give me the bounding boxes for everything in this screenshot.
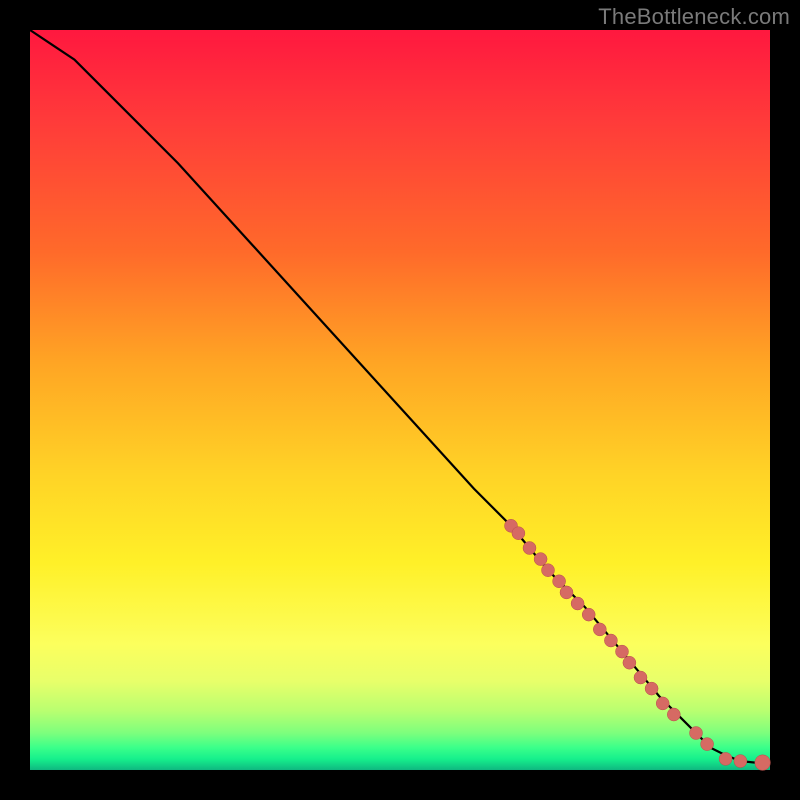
bottleneck-curve xyxy=(30,30,770,763)
data-marker xyxy=(645,682,658,695)
data-marker xyxy=(755,755,771,771)
data-marker xyxy=(593,623,606,636)
data-marker xyxy=(634,671,647,684)
data-marker xyxy=(690,727,703,740)
data-marker xyxy=(542,564,555,577)
data-marker xyxy=(667,708,680,721)
data-marker xyxy=(560,586,573,599)
plot-area xyxy=(30,30,770,770)
data-marker xyxy=(523,542,536,555)
data-marker xyxy=(701,738,714,751)
data-marker xyxy=(719,752,732,765)
data-marker xyxy=(571,597,584,610)
data-marker xyxy=(512,527,525,540)
chart-frame: TheBottleneck.com xyxy=(0,0,800,800)
attribution-label: TheBottleneck.com xyxy=(598,4,790,30)
data-marker xyxy=(604,634,617,647)
data-marker xyxy=(616,645,629,658)
data-marker xyxy=(553,575,566,588)
data-marker xyxy=(656,697,669,710)
chart-svg xyxy=(30,30,770,770)
data-markers xyxy=(505,519,771,770)
data-marker xyxy=(582,608,595,621)
data-marker xyxy=(534,553,547,566)
data-marker xyxy=(734,755,747,768)
data-marker xyxy=(623,656,636,669)
